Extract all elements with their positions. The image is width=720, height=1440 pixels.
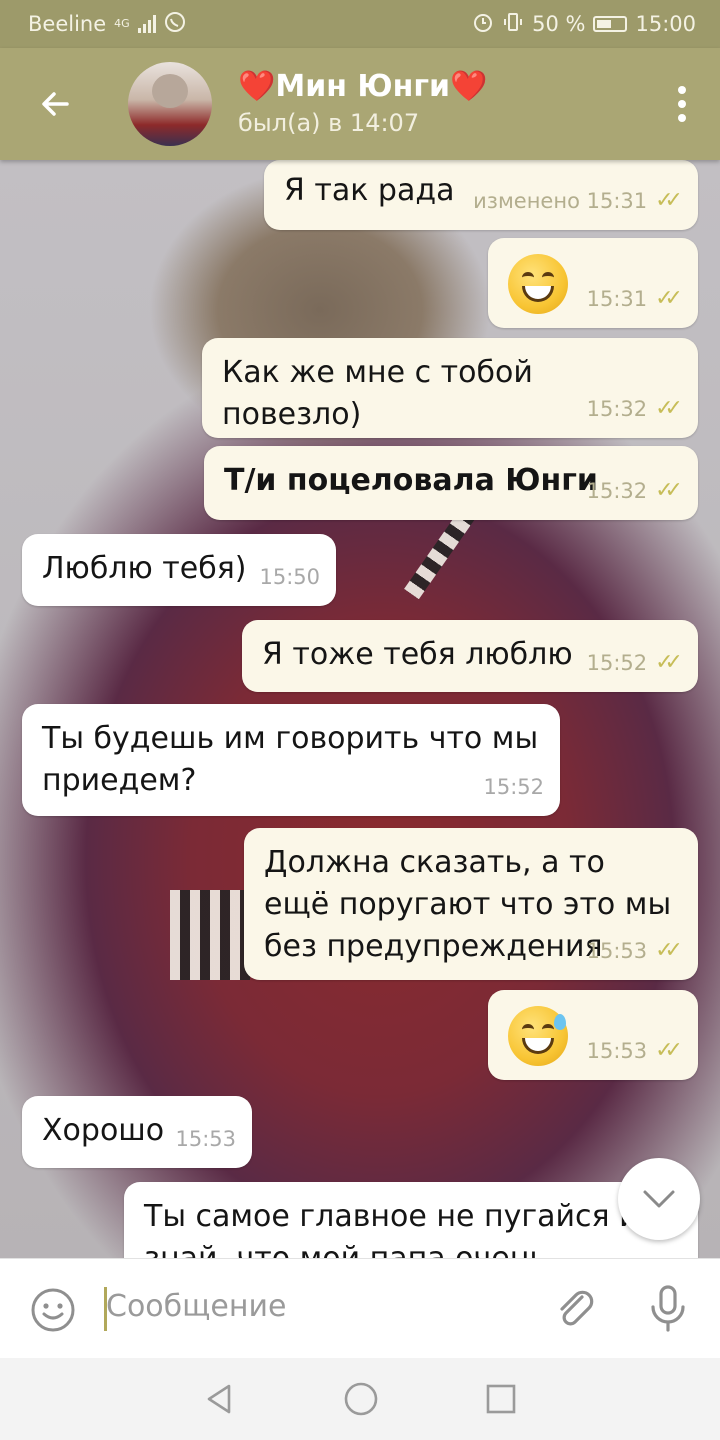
contact-name: ❤️Мин Юнги❤️ bbox=[238, 69, 488, 104]
chevron-down-icon bbox=[643, 1190, 675, 1208]
message-meta: 15:53 bbox=[175, 1127, 236, 1151]
message-bubble[interactable]: 15:53 ✓✓ bbox=[488, 990, 698, 1080]
grinning-sweat-icon bbox=[508, 1006, 568, 1066]
message-meta: 15:53 bbox=[586, 939, 648, 963]
contact-info[interactable]: ❤️Мин Юнги❤️ был(а) в 14:07 bbox=[238, 68, 487, 140]
message-text: Ты самое главное не пугайся и знай, что … bbox=[144, 1199, 639, 1258]
vibrate-icon bbox=[502, 11, 524, 38]
message-bubble[interactable]: Должна сказать, а то ещё поругают что эт… bbox=[244, 828, 698, 980]
message-bubble[interactable]: Люблю тебя) 15:50 bbox=[22, 534, 336, 606]
scroll-down-button[interactable] bbox=[618, 1158, 700, 1240]
carrier-name: Beeline bbox=[28, 12, 107, 36]
avatar[interactable] bbox=[128, 62, 212, 146]
grinning-face-icon bbox=[508, 254, 568, 314]
message-meta: 15:52 bbox=[586, 651, 648, 675]
system-nav-bar bbox=[0, 1358, 720, 1440]
message-meta: 15:32 bbox=[586, 397, 648, 421]
message-meta: 15:53 bbox=[586, 1039, 648, 1063]
smile-icon[interactable] bbox=[30, 1287, 76, 1333]
message-meta: изменено 15:31 bbox=[473, 189, 648, 213]
whatsapp-icon bbox=[164, 11, 186, 38]
battery-icon bbox=[593, 16, 628, 32]
message-meta: 15:50 bbox=[259, 565, 320, 589]
background-stripe bbox=[170, 890, 250, 980]
status-bar: Beeline 4G 50 % 15:00 bbox=[0, 0, 720, 48]
message-bubble[interactable]: Ты самое главное не пугайся и знай, что … bbox=[124, 1182, 698, 1258]
message-input[interactable]: Сообщение bbox=[106, 1289, 286, 1324]
read-check-icon: ✓✓ bbox=[655, 188, 683, 213]
chat-header: ❤️Мин Юнги❤️ был(а) в 14:07 bbox=[0, 48, 720, 160]
message-bubble[interactable]: Т/и поцеловала Юнги 15:32 ✓✓ bbox=[204, 446, 698, 520]
read-check-icon: ✓✓ bbox=[655, 286, 683, 311]
back-button[interactable] bbox=[0, 48, 110, 160]
message-meta: 15:52 bbox=[483, 775, 544, 799]
message-bubble[interactable]: Ты будешь им говорить что мы приедем? 15… bbox=[22, 704, 560, 816]
chat-area[interactable]: Я так рада изменено 15:31 ✓✓ 15:31 ✓✓ Как … bbox=[0, 160, 720, 1258]
paperclip-icon[interactable] bbox=[552, 1285, 600, 1333]
back-arrow-icon bbox=[42, 92, 69, 116]
read-check-icon: ✓✓ bbox=[655, 1038, 683, 1063]
back-triangle-icon[interactable] bbox=[203, 1382, 237, 1416]
message-bubble[interactable]: Я тоже тебя люблю 15:52 ✓✓ bbox=[242, 620, 698, 692]
message-bubble[interactable]: Как же мне с тобой повезло) 15:32 ✓✓ bbox=[202, 338, 698, 438]
more-vert-icon[interactable] bbox=[678, 86, 686, 122]
read-check-icon: ✓✓ bbox=[655, 478, 683, 503]
read-check-icon: ✓✓ bbox=[655, 396, 683, 421]
battery-percent: 50 % bbox=[532, 12, 586, 36]
signal-icon bbox=[137, 15, 156, 33]
last-seen: был(а) в 14:07 bbox=[238, 109, 420, 137]
alarm-icon bbox=[472, 11, 494, 38]
message-bubble[interactable]: 15:31 ✓✓ bbox=[488, 238, 698, 328]
microphone-icon[interactable] bbox=[644, 1283, 692, 1335]
message-bubble[interactable]: Хорошо 15:53 bbox=[22, 1096, 252, 1168]
message-input-bar: Сообщение bbox=[0, 1258, 720, 1359]
read-check-icon: ✓✓ bbox=[655, 938, 683, 963]
message-text: Ты будешь им говорить что мы приедем? bbox=[42, 721, 539, 798]
message-bubble[interactable]: Я так рада изменено 15:31 ✓✓ bbox=[264, 160, 698, 230]
network-type: 4G bbox=[114, 17, 130, 30]
home-circle-icon[interactable] bbox=[343, 1381, 379, 1417]
message-meta: 15:31 bbox=[586, 287, 648, 311]
message-meta: 15:32 bbox=[586, 479, 648, 503]
recents-square-icon[interactable] bbox=[485, 1383, 517, 1415]
read-check-icon: ✓✓ bbox=[655, 650, 683, 675]
clock: 15:00 bbox=[635, 12, 696, 36]
